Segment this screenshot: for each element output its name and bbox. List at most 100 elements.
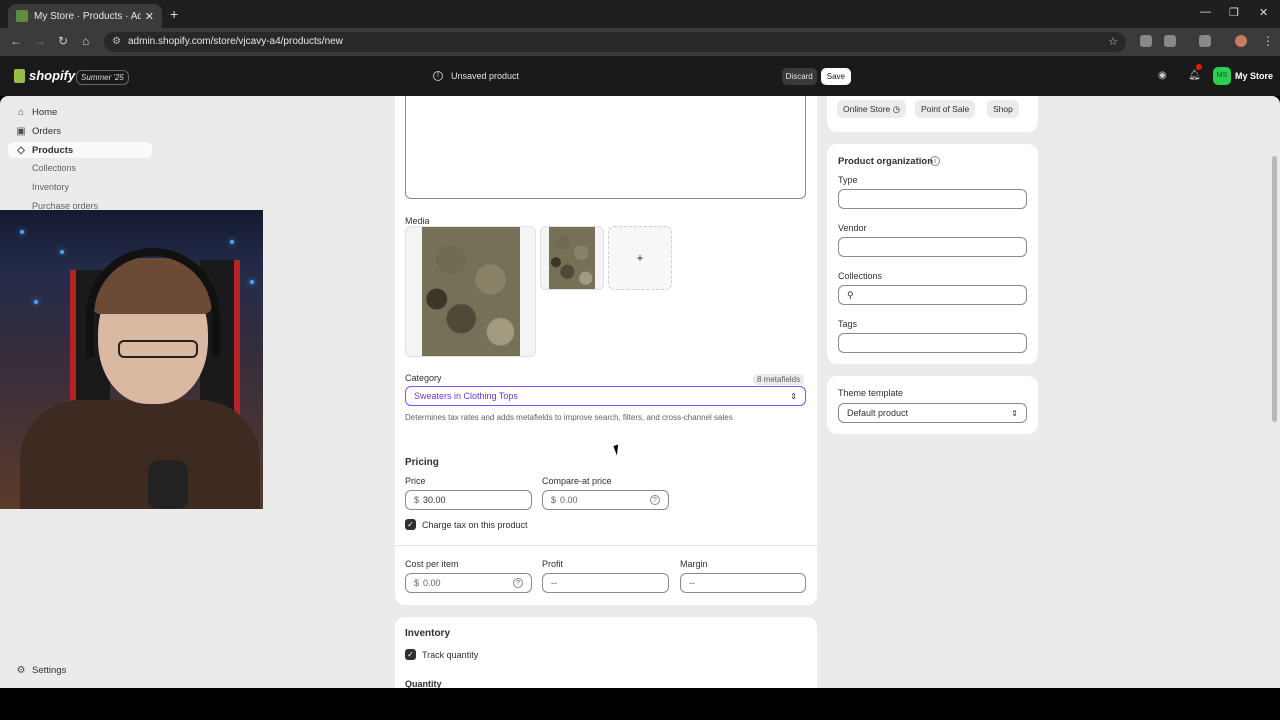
category-help-text: Determines tax rates and adds metafields… xyxy=(405,413,733,422)
minimize-icon[interactable]: — xyxy=(1200,6,1211,18)
profile-avatar-icon[interactable] xyxy=(1235,35,1247,47)
media-thumbnail-main[interactable] xyxy=(405,226,536,357)
store-name[interactable]: My Store xyxy=(1235,71,1273,81)
browser-menu-icon[interactable]: ⋮ xyxy=(1262,34,1274,48)
quantity-label: Quantity xyxy=(405,679,442,688)
discard-button[interactable]: Discard xyxy=(781,67,817,85)
pricing-title: Pricing xyxy=(405,457,439,468)
shopify-bag-icon xyxy=(14,68,25,83)
tab-title: My Store · Products · Add prod xyxy=(34,10,141,22)
collections-search-input[interactable]: ⚲ xyxy=(838,285,1027,305)
calendar-icon: ◷ xyxy=(892,104,901,114)
alert-icon: ! xyxy=(433,71,443,81)
tag-icon: ◇ xyxy=(17,144,25,156)
pricing-card: Pricing Price $ 30.00 Compare-at price $… xyxy=(395,445,817,605)
theme-template-value: Default product xyxy=(847,408,909,418)
camo-jacket-image xyxy=(422,227,520,356)
gear-icon: ⚙ xyxy=(16,665,26,676)
side-panel-icon[interactable] xyxy=(1199,35,1211,47)
contextual-save-bar: ! Unsaved product Discard Save xyxy=(429,64,851,88)
vendor-input[interactable] xyxy=(838,237,1027,257)
info-icon[interactable]: i xyxy=(930,156,940,166)
microphone-icon xyxy=(148,460,188,509)
logo-text: shopify xyxy=(29,68,76,83)
extensions-puzzle-icon[interactable] xyxy=(1164,35,1176,47)
url-text: admin.shopify.com/store/vjcavy-a4/produc… xyxy=(128,36,343,47)
bookmark-star-icon[interactable]: ☆ xyxy=(1108,35,1118,48)
margin-label: Margin xyxy=(680,559,708,569)
address-bar[interactable]: ⚙ admin.shopify.com/store/vjcavy-a4/prod… xyxy=(104,32,1126,52)
price-input[interactable]: $ 30.00 xyxy=(405,490,532,510)
cost-per-item-label: Cost per item xyxy=(405,559,459,569)
cost-per-item-input[interactable]: $ 0.00 ? xyxy=(405,573,532,593)
channel-point-of-sale[interactable]: Point of Sale xyxy=(915,100,976,118)
compare-at-price-input[interactable]: $ 0.00 ? xyxy=(542,490,669,510)
sidebar-item-label: Orders xyxy=(32,126,62,137)
edition-badge[interactable]: Summer '25 xyxy=(76,70,129,85)
site-info-icon[interactable]: ⚙ xyxy=(112,36,121,47)
close-window-icon[interactable]: ✕ xyxy=(1259,6,1268,19)
sidebar-item-label: Home xyxy=(32,107,58,118)
charge-tax-checkbox[interactable]: ✓ xyxy=(405,519,416,530)
media-thumbnail-2[interactable] xyxy=(540,226,604,290)
sidekick-icon[interactable]: ◉ xyxy=(1158,70,1167,81)
price-value: 30.00 xyxy=(423,495,446,505)
margin-value: -- xyxy=(689,578,695,588)
shopify-logo[interactable]: shopify xyxy=(14,68,75,83)
shopify-favicon-icon xyxy=(16,10,28,22)
browser-tab[interactable]: My Store · Products · Add prod ✕ xyxy=(8,4,162,28)
type-input[interactable] xyxy=(838,189,1027,209)
back-icon[interactable]: ← xyxy=(10,34,22,48)
channel-online-store[interactable]: Online Store ◷ xyxy=(837,100,907,118)
page-scrollbar[interactable] xyxy=(1272,156,1277,422)
sidebar-item-inventory[interactable]: Inventory xyxy=(32,182,69,192)
led-light xyxy=(34,300,38,304)
tags-input[interactable] xyxy=(838,333,1027,353)
channel-shop[interactable]: Shop xyxy=(987,100,1019,118)
add-media-button[interactable]: + xyxy=(608,226,672,290)
led-light xyxy=(20,230,24,234)
notifications-bell-icon[interactable]: 🔔︎ xyxy=(1188,70,1201,81)
category-select[interactable]: Sweaters in Clothing Tops ⇕ xyxy=(405,386,806,406)
camo-top-image xyxy=(549,227,595,289)
category-value: Sweaters in Clothing Tops xyxy=(414,391,518,401)
webcam-overlay xyxy=(0,210,263,509)
margin-field: -- xyxy=(680,573,806,593)
home-icon[interactable]: ⌂ xyxy=(82,34,89,48)
chevron-updown-icon: ⇕ xyxy=(1011,408,1018,418)
help-circle-icon[interactable]: ? xyxy=(513,578,523,588)
theme-template-select[interactable]: Default product ⇕ xyxy=(838,403,1027,423)
shopify-topbar: shopify Summer '25 ! Unsaved product Dis… xyxy=(0,56,1280,96)
profit-field: -- xyxy=(542,573,669,593)
sidebar-item-collections[interactable]: Collections xyxy=(32,163,76,173)
product-organization-title: Product organization xyxy=(838,156,933,167)
sidebar-item-home[interactable]: ⌂ Home xyxy=(16,107,57,118)
store-avatar[interactable]: MS xyxy=(1213,67,1231,85)
help-circle-icon[interactable]: ? xyxy=(650,495,660,505)
pricing-divider xyxy=(395,545,817,546)
sidebar-item-products[interactable]: ◇ Products xyxy=(8,142,152,158)
product-organization-card: Product organization i Type Vendor Colle… xyxy=(827,144,1038,364)
sidebar-item-settings[interactable]: ⚙ Settings xyxy=(16,665,67,676)
restore-icon[interactable]: ❐ xyxy=(1229,6,1239,19)
sales-channels-card: Online Store ◷ Point of Sale Shop xyxy=(827,96,1038,132)
orders-inbox-icon: ▣ xyxy=(16,126,26,137)
channel-label: Online Store xyxy=(843,104,891,114)
metafields-badge[interactable]: 8 metafields xyxy=(753,374,805,385)
compare-at-placeholder: 0.00 xyxy=(560,495,578,505)
currency-symbol: $ xyxy=(414,578,420,588)
sidebar-item-orders[interactable]: ▣ Orders xyxy=(16,126,61,137)
media-label: Media xyxy=(405,216,430,226)
reload-icon[interactable]: ↻ xyxy=(58,34,68,48)
profit-label: Profit xyxy=(542,559,564,569)
extension-icon[interactable] xyxy=(1140,35,1152,47)
new-tab-icon[interactable]: + xyxy=(170,6,178,22)
close-tab-icon[interactable]: ✕ xyxy=(145,10,154,23)
forward-icon[interactable]: → xyxy=(34,34,46,48)
save-button[interactable]: Save xyxy=(820,67,851,85)
price-label: Price xyxy=(405,476,426,486)
tags-label: Tags xyxy=(838,319,858,329)
description-editor[interactable] xyxy=(405,96,806,199)
track-quantity-checkbox[interactable]: ✓ xyxy=(405,649,416,660)
led-light xyxy=(250,280,254,284)
